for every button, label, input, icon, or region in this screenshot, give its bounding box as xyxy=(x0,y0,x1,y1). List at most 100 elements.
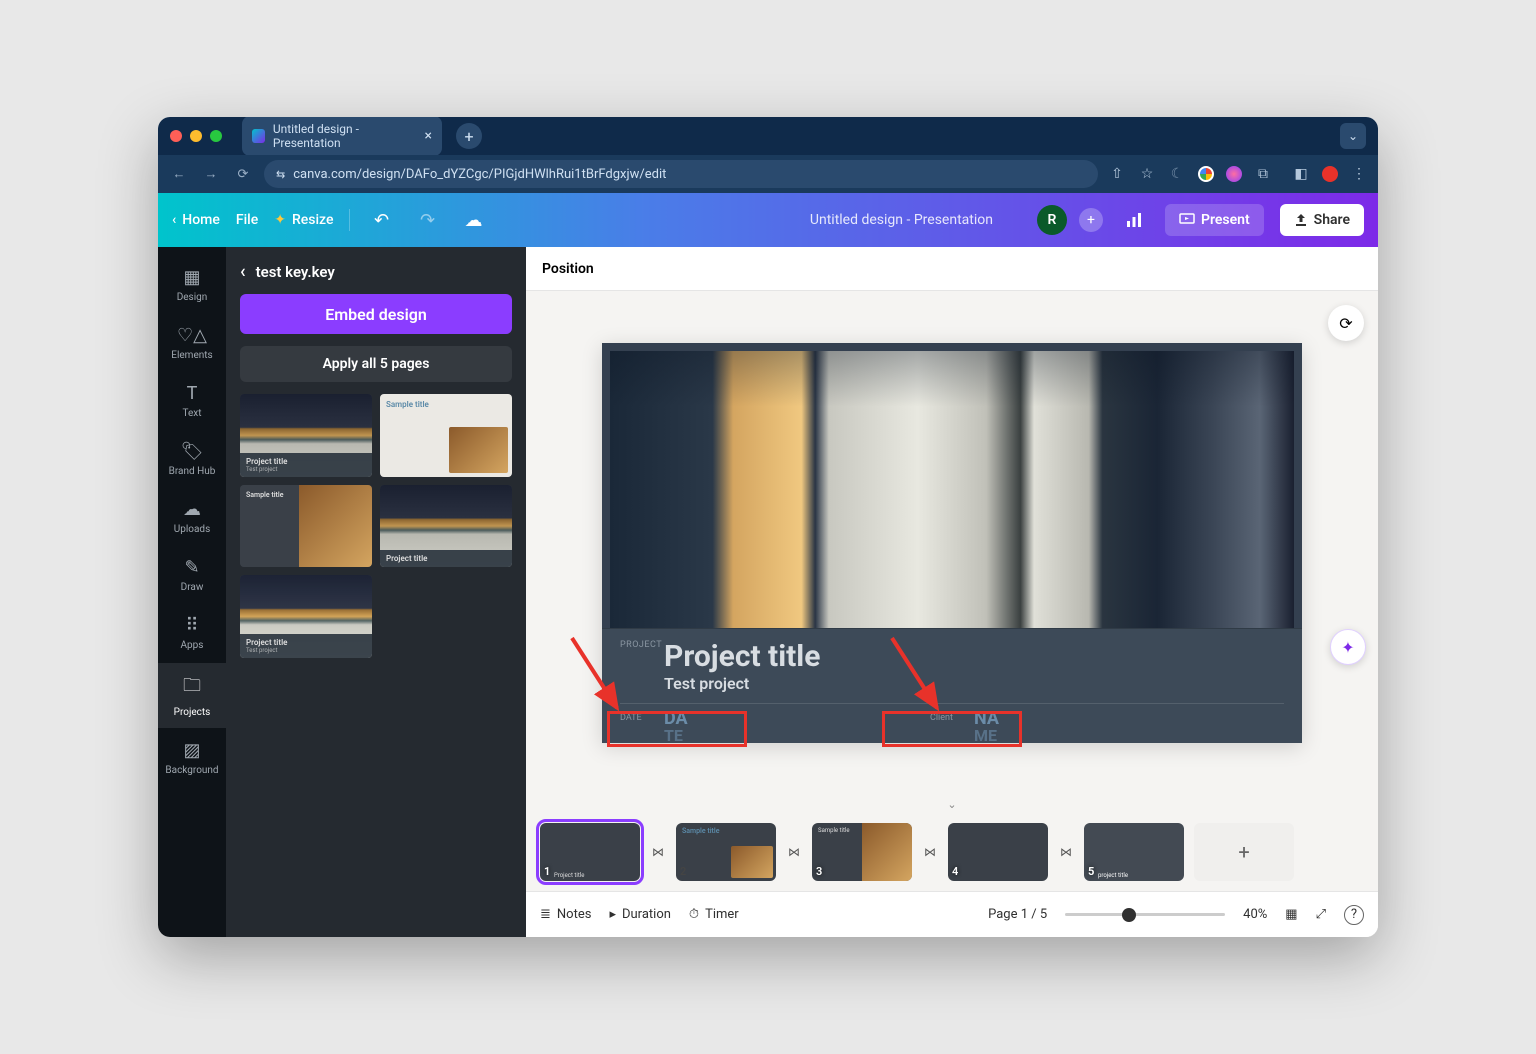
chevron-left-icon: ‹ xyxy=(172,212,176,228)
redo-button[interactable]: ↷ xyxy=(412,205,442,235)
reload-button[interactable]: ⟳ xyxy=(232,167,254,182)
resize-button[interactable]: ✦Resize xyxy=(274,212,333,228)
maximize-window-button[interactable] xyxy=(210,130,222,142)
transition-icon-3[interactable]: ⋈ xyxy=(922,844,938,860)
share-button[interactable]: Share xyxy=(1280,204,1364,236)
name-value-1: NA xyxy=(974,710,1200,728)
refresh-preview-button[interactable]: ⟳ xyxy=(1328,305,1364,341)
rail-background[interactable]: ▨Background xyxy=(158,730,226,786)
analytics-icon[interactable] xyxy=(1119,205,1149,235)
undo-button[interactable]: ↶ xyxy=(366,205,396,235)
add-page-button[interactable]: + xyxy=(1194,823,1294,881)
rail-elements[interactable]: ♡△Elements xyxy=(158,315,226,371)
client-label: Client xyxy=(930,714,953,724)
transition-icon-1[interactable]: ⋈ xyxy=(650,844,666,860)
rail-apps[interactable]: ⠿Apps xyxy=(158,605,226,661)
zoom-value[interactable]: 40% xyxy=(1243,907,1267,922)
page-thumb-3[interactable]: Sample title 3 xyxy=(812,823,912,881)
user-avatar[interactable]: R xyxy=(1037,205,1067,235)
notes-button[interactable]: ≣Notes xyxy=(540,907,591,922)
home-button[interactable]: ‹Home xyxy=(172,212,220,228)
page-thumb-5[interactable]: project title 5 xyxy=(1084,823,1184,881)
add-collaborator-button[interactable]: + xyxy=(1079,208,1103,232)
fullscreen-button[interactable]: ⤢ xyxy=(1316,907,1326,922)
slide-subtitle[interactable]: Test project xyxy=(664,674,1284,693)
page-thumb-2[interactable]: Sample title 2 xyxy=(676,823,776,881)
design-icon: ▦ xyxy=(183,267,200,288)
template-thumb-4[interactable]: Project title xyxy=(380,485,512,568)
magic-button[interactable]: ✦ xyxy=(1330,629,1366,665)
grid-view-button[interactable]: ▦ xyxy=(1285,907,1297,922)
app-window: Untitled design - Presentation × + ⌄ ← →… xyxy=(158,117,1378,937)
new-tab-button[interactable]: + xyxy=(456,123,482,149)
client-cell[interactable]: Client NA ME xyxy=(930,710,1200,744)
present-button[interactable]: Present xyxy=(1165,204,1264,236)
minimize-window-button[interactable] xyxy=(190,130,202,142)
forward-button[interactable]: → xyxy=(200,166,222,182)
canva-favicon xyxy=(252,129,265,143)
thumbnails-toggle[interactable]: ⌄ xyxy=(526,795,1378,813)
transition-icon-4[interactable]: ⋈ xyxy=(1058,844,1074,860)
rail-uploads[interactable]: ☁Uploads xyxy=(158,489,226,545)
stage[interactable]: ⟳ PROJECT Project title Test project DAT… xyxy=(526,291,1378,795)
cloud-sync-icon[interactable]: ☁ xyxy=(458,205,488,235)
slide-footer: PROJECT Project title Test project DATE … xyxy=(602,628,1302,743)
name-value-2: ME xyxy=(974,728,1200,744)
share-page-icon[interactable]: ⇧ xyxy=(1108,165,1126,183)
template-thumb-5[interactable]: Project titleTest project xyxy=(240,575,372,658)
url-text: canva.com/design/DAFo_dYZCgc/PIGjdHWlhRu… xyxy=(293,167,666,182)
browser-address-bar: ← → ⟳ ⇆ canva.com/design/DAFo_dYZCgc/PIG… xyxy=(158,155,1378,193)
context-toolbar: Position xyxy=(526,247,1378,291)
transition-icon-2[interactable]: ⋈ xyxy=(786,844,802,860)
site-info-icon[interactable]: ⇆ xyxy=(276,168,285,181)
close-tab-button[interactable]: × xyxy=(425,128,432,144)
extension-icon-2[interactable] xyxy=(1226,166,1242,182)
panel-filename: test key.key xyxy=(256,263,335,281)
timer-button[interactable]: ⏱Timer xyxy=(689,907,739,922)
duration-button[interactable]: ▸Duration xyxy=(609,907,670,922)
slide-title[interactable]: Project title xyxy=(664,639,1284,674)
date-cell[interactable]: DATE DA TE xyxy=(620,710,890,744)
rail-design[interactable]: ▦Design xyxy=(158,257,226,313)
page-thumb-1[interactable]: Project title 1 xyxy=(540,823,640,881)
help-button[interactable]: ? xyxy=(1344,905,1364,925)
timer-icon: ⏱ xyxy=(689,907,699,922)
embed-design-button[interactable]: Embed design xyxy=(240,294,512,334)
template-thumb-3[interactable]: Sample title xyxy=(240,485,372,568)
extension-moon-icon[interactable]: ☾ xyxy=(1168,165,1186,183)
browser-tab[interactable]: Untitled design - Presentation × xyxy=(242,117,442,156)
side-panel-icon[interactable]: ◧ xyxy=(1292,165,1310,183)
slide-canvas[interactable]: PROJECT Project title Test project DATE … xyxy=(602,343,1302,743)
rail-projects[interactable]: 🗀Projects xyxy=(158,663,226,728)
apply-all-pages-button[interactable]: Apply all 5 pages xyxy=(240,346,512,382)
text-icon: T xyxy=(187,383,198,404)
close-window-button[interactable] xyxy=(170,130,182,142)
template-thumb-1[interactable]: Project titleTest project xyxy=(240,394,372,477)
back-button[interactable]: ← xyxy=(168,166,190,182)
template-thumb-2[interactable]: Sample title xyxy=(380,394,512,477)
zoom-thumb[interactable] xyxy=(1122,908,1136,922)
rail-brand-hub[interactable]: 🏷Brand Hub xyxy=(158,431,226,487)
page-indicator[interactable]: Page 1 / 5 xyxy=(988,907,1047,922)
file-menu[interactable]: File xyxy=(236,212,258,228)
bookmark-icon[interactable]: ☆ xyxy=(1138,165,1156,183)
url-field[interactable]: ⇆ canva.com/design/DAFo_dYZCgc/PIGjdHWlh… xyxy=(264,160,1098,188)
position-button[interactable]: Position xyxy=(542,261,594,277)
browser-menu-icon[interactable]: ⋮ xyxy=(1350,165,1368,183)
extension-icon-1[interactable] xyxy=(1198,166,1214,182)
zoom-slider[interactable] xyxy=(1065,913,1225,916)
page-thumb-4[interactable]: 4 xyxy=(948,823,1048,881)
page-filmstrip: Project title 1 ⋈ Sample title 2 ⋈ Sampl… xyxy=(526,813,1378,891)
slide-hero-image[interactable] xyxy=(610,351,1294,629)
rail-text[interactable]: TText xyxy=(158,373,226,429)
document-title[interactable]: Untitled design - Presentation xyxy=(810,212,993,228)
draw-icon: ✎ xyxy=(184,557,199,578)
rail-draw[interactable]: ✎Draw xyxy=(158,547,226,603)
elements-icon: ♡△ xyxy=(177,325,207,346)
profile-avatar-icon[interactable] xyxy=(1322,166,1338,182)
tabs-overflow-button[interactable]: ⌄ xyxy=(1340,123,1366,149)
browser-titlebar: Untitled design - Presentation × + ⌄ xyxy=(158,117,1378,155)
crown-icon: ✦ xyxy=(274,212,286,228)
extensions-puzzle-icon[interactable]: ⧉ xyxy=(1254,165,1272,183)
panel-back-button[interactable]: ‹ xyxy=(240,261,246,282)
